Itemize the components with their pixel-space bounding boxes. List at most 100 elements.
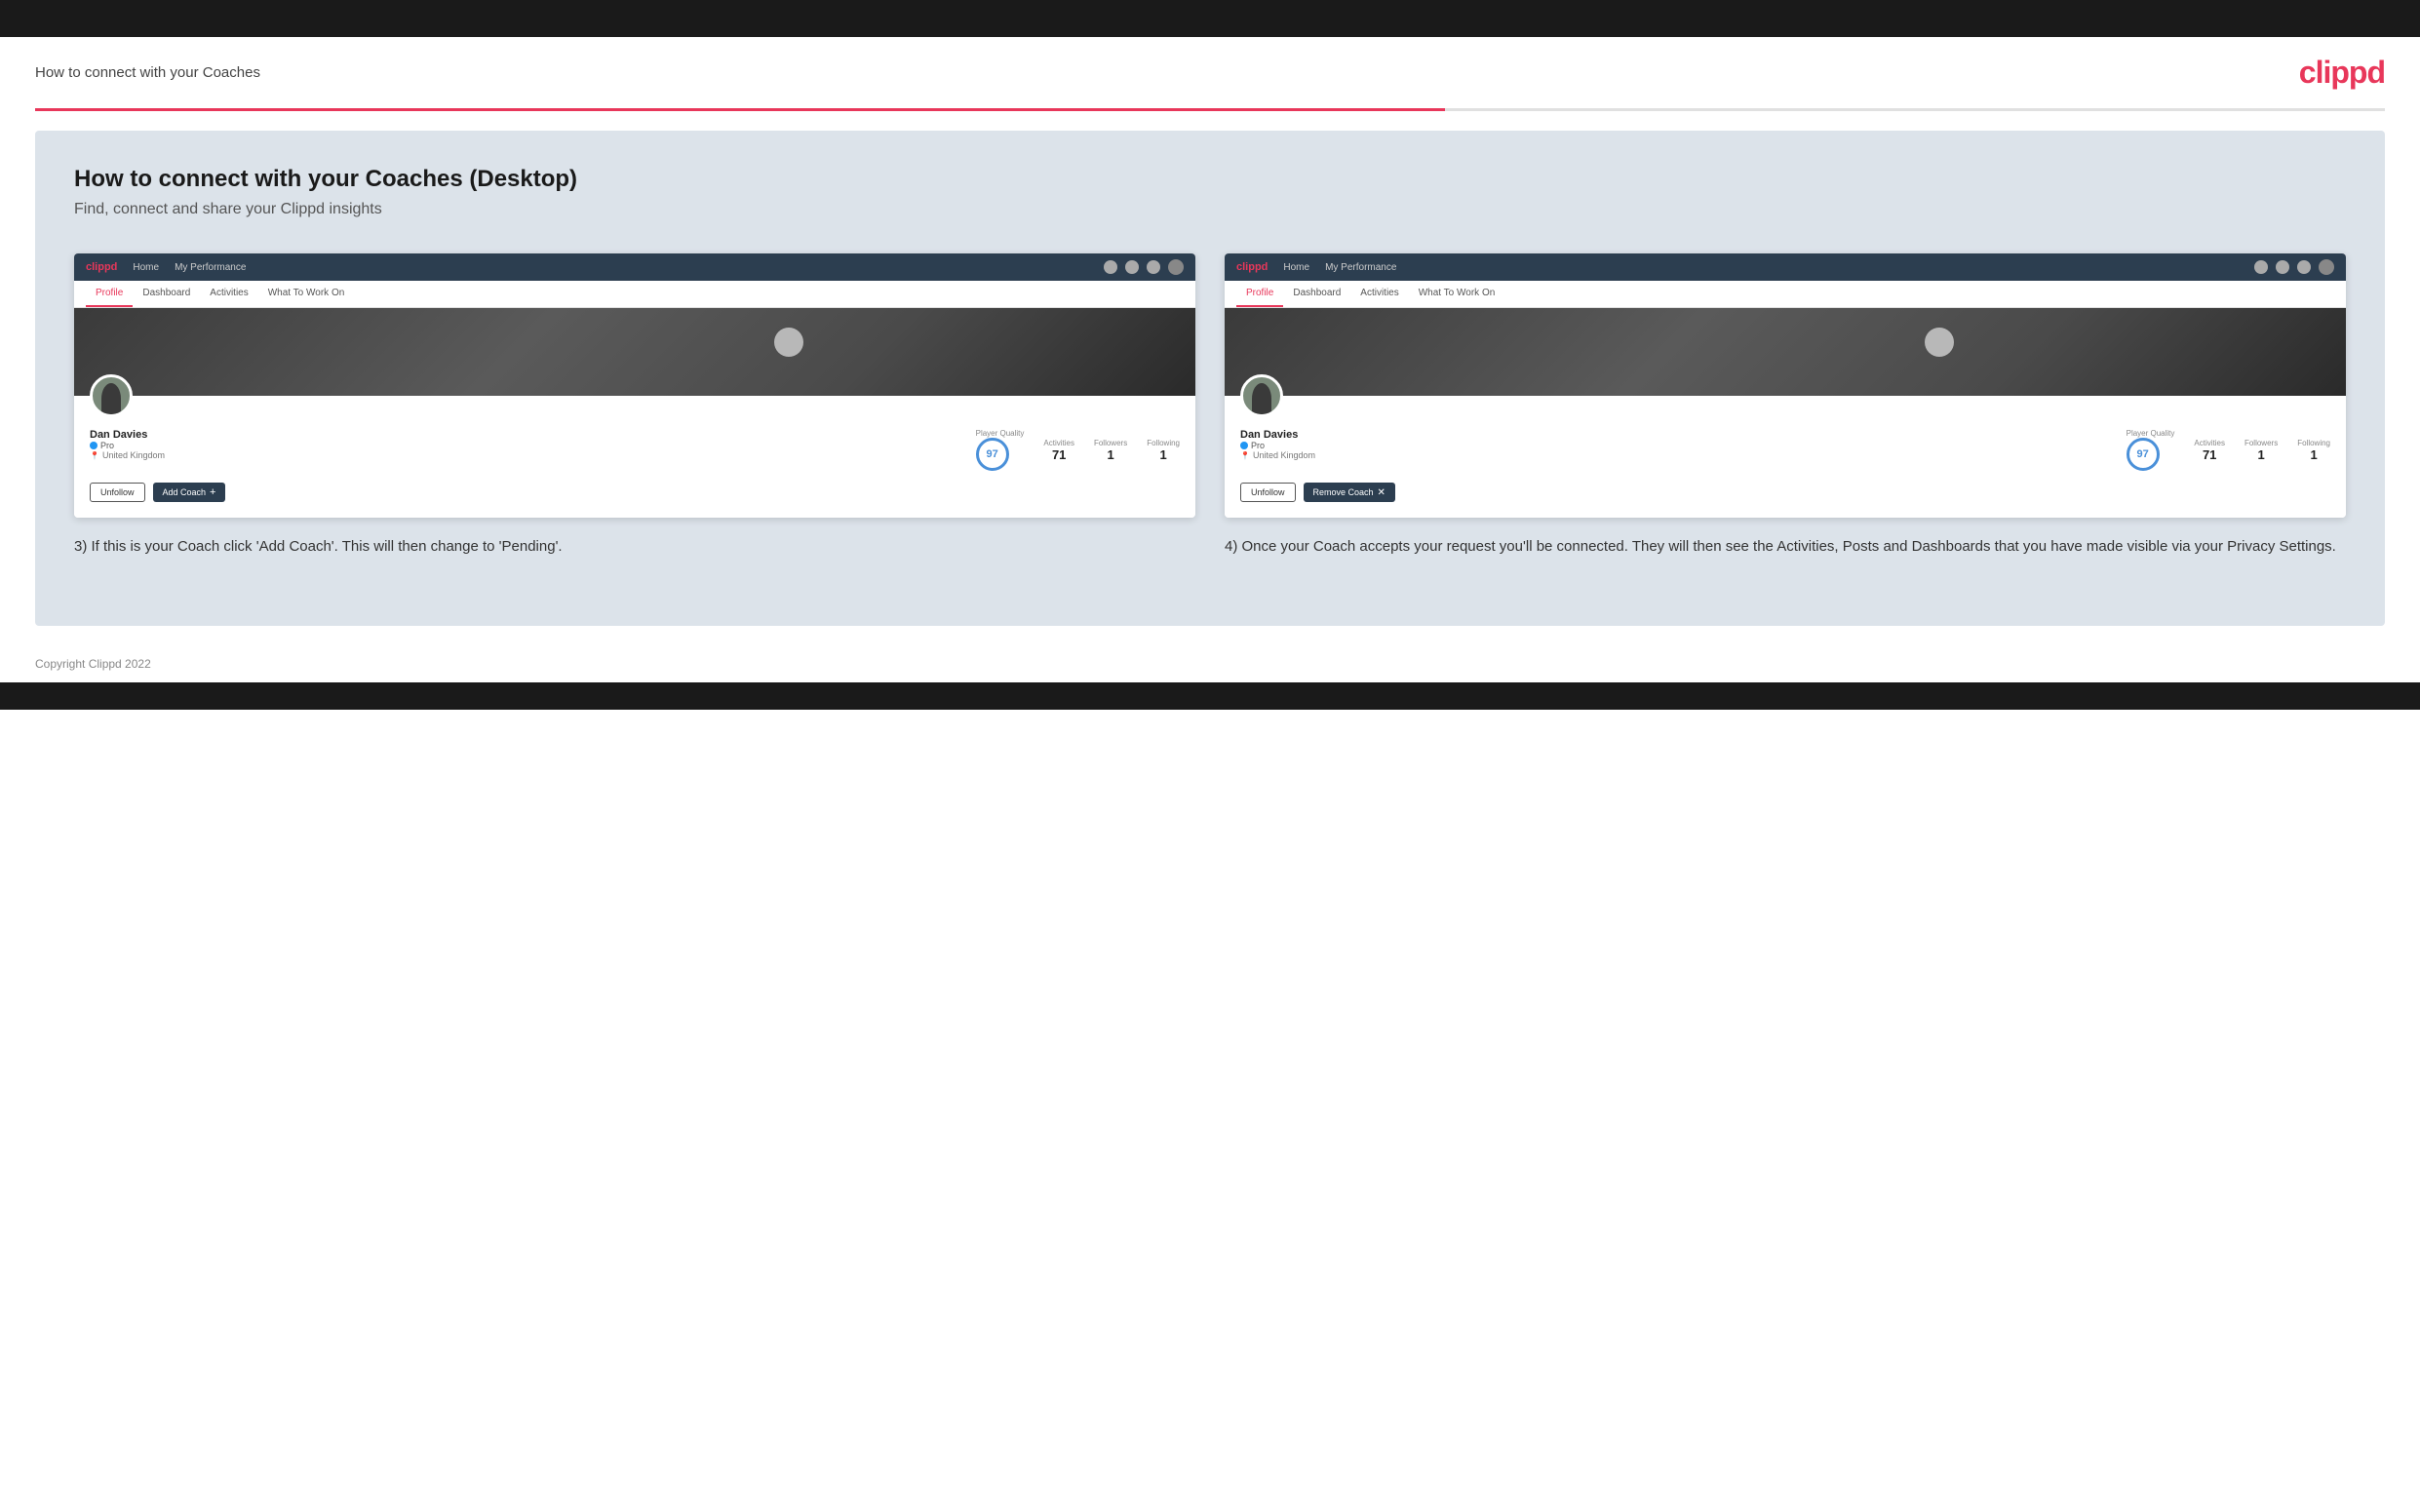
quality-circle-1: 97 [976,438,1009,471]
tab-activities-1[interactable]: Activities [200,281,257,307]
user-avatar-1 [90,374,133,417]
following-value-2: 1 [2297,447,2330,462]
role-icon-1 [90,442,98,449]
tab-activities-2[interactable]: Activities [1350,281,1408,307]
bottom-bar [0,682,2420,710]
header: How to connect with your Coaches clippd [0,37,2420,108]
plus-icon-1: + [210,486,215,498]
user-location-2: 📍 United Kingdom [1240,450,1318,460]
avatar-wrap-1 [90,374,133,417]
user-details-1: Dan Davies Pro 📍 United Kingdom [90,429,168,460]
user-location-1: 📍 United Kingdom [90,450,168,460]
stat-following-1: Following 1 [1147,439,1180,462]
main-content: How to connect with your Coaches (Deskto… [35,131,2385,626]
mock-tabs-1: Profile Dashboard Activities What To Wor… [74,281,1195,308]
user-name-1: Dan Davies [90,429,168,441]
activities-label-1: Activities [1043,439,1074,447]
mock-profile-1: Dan Davies Pro 📍 United Kingdom [74,396,1195,518]
tab-profile-1[interactable]: Profile [86,281,133,307]
user-avatar-2 [1240,374,1283,417]
main-title: How to connect with your Coaches (Deskto… [74,166,2346,193]
avatar-wrap-2 [1240,374,1283,417]
stat-activities-2: Activities 71 [2194,439,2225,462]
activities-value-1: 71 [1043,447,1074,462]
followers-label-1: Followers [1094,439,1127,447]
quality-label-2: Player Quality [2127,429,2175,438]
hero-circle-2 [1925,328,1954,357]
stat-followers-2: Followers 1 [2244,439,2278,462]
search-icon-2 [2254,260,2268,274]
x-icon: ✕ [1378,487,1386,498]
mock-hero-2 [1225,308,2346,396]
stat-quality-2: Player Quality 97 [2127,429,2175,471]
tab-dashboard-1[interactable]: Dashboard [133,281,200,307]
followers-value-1: 1 [1094,447,1127,462]
avatar-figure-1 [101,383,121,414]
avatar-icon-2 [2319,259,2334,275]
tab-dashboard-2[interactable]: Dashboard [1283,281,1350,307]
mock-logo-1: clippd [86,261,117,273]
role-icon-2 [1240,442,1248,449]
footer: Copyright Clippd 2022 [0,645,2420,682]
quality-label-1: Player Quality [976,429,1025,438]
add-coach-button-1[interactable]: Add Coach + [153,483,226,502]
stat-followers-1: Followers 1 [1094,439,1127,462]
followers-value-2: 1 [2244,447,2278,462]
mock-nav-performance-2: My Performance [1325,262,1396,273]
location-icon-1: 📍 [90,451,99,460]
quality-circle-2: 97 [2127,438,2160,471]
mock-browser-2: clippd Home My Performance Profile Dashb… [1225,253,2346,518]
description-1: 3) If this is your Coach click 'Add Coac… [74,535,1195,558]
header-divider [35,108,2385,111]
unfollow-button-2[interactable]: Unfollow [1240,483,1296,502]
copyright: Copyright Clippd 2022 [35,657,151,671]
avatar-figure-2 [1252,383,1271,414]
stat-following-2: Following 1 [2297,439,2330,462]
activities-value-2: 71 [2194,447,2225,462]
mock-nav-2: clippd Home My Performance [1225,253,2346,281]
mock-profile-info-2: Dan Davies Pro 📍 United Kingdom [1240,429,2330,471]
user-details-2: Dan Davies Pro 📍 United Kingdom [1240,429,1318,460]
tab-profile-2[interactable]: Profile [1236,281,1283,307]
header-title: How to connect with your Coaches [35,64,260,81]
location-icon-2: 📍 [1240,451,1250,460]
description-2: 4) Once your Coach accepts your request … [1225,535,2346,558]
stat-quality-1: Player Quality 97 [976,429,1025,471]
screenshot-col-2: clippd Home My Performance Profile Dashb… [1225,253,2346,558]
user-name-2: Dan Davies [1240,429,1318,441]
mock-tabs-2: Profile Dashboard Activities What To Wor… [1225,281,2346,308]
mock-buttons-1: Unfollow Add Coach + [90,483,1180,502]
tab-what-to-work-on-2[interactable]: What To Work On [1409,281,1505,307]
logo: clippd [2299,55,2385,91]
mock-profile-info-1: Dan Davies Pro 📍 United Kingdom [90,429,1180,471]
mock-nav-home-1: Home [133,262,159,273]
mock-browser-1: clippd Home My Performance Profile Dashb… [74,253,1195,518]
settings-icon-1 [1147,260,1160,274]
mock-nav-icons-1 [1104,259,1184,275]
user-role-2: Pro [1240,441,1318,450]
screenshot-col-1: clippd Home My Performance Profile Dashb… [74,253,1195,558]
hero-circle-1 [774,328,803,357]
mock-nav-icons-2 [2254,259,2334,275]
unfollow-button-1[interactable]: Unfollow [90,483,145,502]
activities-label-2: Activities [2194,439,2225,447]
screenshots-row: clippd Home My Performance Profile Dashb… [74,253,2346,558]
following-value-1: 1 [1147,447,1180,462]
mock-stats-2: Player Quality 97 Activities 71 Follower… [1338,429,2330,471]
main-subtitle: Find, connect and share your Clippd insi… [74,201,2346,218]
remove-coach-button[interactable]: Remove Coach ✕ [1304,483,1395,502]
avatar-icon-1 [1168,259,1184,275]
mock-profile-2: Dan Davies Pro 📍 United Kingdom [1225,396,2346,518]
mock-nav-home-2: Home [1283,262,1309,273]
following-label-1: Following [1147,439,1180,447]
user-role-1: Pro [90,441,168,450]
user-icon-1 [1125,260,1139,274]
stat-activities-1: Activities 71 [1043,439,1074,462]
tab-what-to-work-on-1[interactable]: What To Work On [258,281,355,307]
mock-hero-1 [74,308,1195,396]
following-label-2: Following [2297,439,2330,447]
mock-buttons-2: Unfollow Remove Coach ✕ [1240,483,2330,502]
mock-nav-performance-1: My Performance [175,262,246,273]
mock-stats-1: Player Quality 97 Activities 71 Follower… [187,429,1180,471]
mock-nav-1: clippd Home My Performance [74,253,1195,281]
